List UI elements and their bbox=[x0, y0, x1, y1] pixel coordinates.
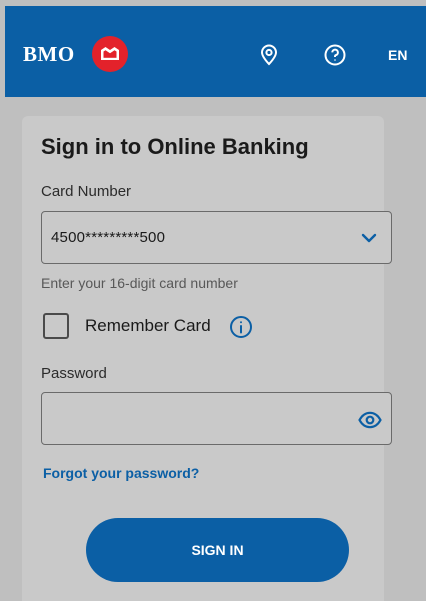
remember-card-checkbox[interactable] bbox=[43, 313, 69, 339]
chevron-down-icon[interactable] bbox=[358, 227, 380, 249]
page: BMO EN Sign in to Online Banking Card Nu… bbox=[0, 0, 426, 601]
bmo-roundel-icon bbox=[92, 36, 128, 72]
brand-wordmark: BMO bbox=[23, 42, 75, 66]
forgot-password-link[interactable]: Forgot your password? bbox=[43, 465, 199, 481]
password-label: Password bbox=[41, 365, 107, 382]
app-header: BMO EN bbox=[5, 6, 426, 97]
language-toggle[interactable]: EN bbox=[388, 47, 407, 63]
help-icon[interactable] bbox=[323, 43, 347, 67]
show-password-eye-icon[interactable] bbox=[357, 407, 383, 433]
password-field[interactable] bbox=[41, 392, 392, 445]
remember-card-label[interactable]: Remember Card bbox=[85, 316, 211, 336]
card-number-label: Card Number bbox=[41, 183, 132, 200]
card-number-select[interactable]: 4500*********500 bbox=[41, 211, 392, 264]
sign-in-button-label: SIGN IN bbox=[191, 542, 244, 558]
sign-in-button[interactable]: SIGN IN bbox=[86, 518, 349, 582]
location-pin-icon[interactable] bbox=[257, 43, 281, 67]
page-title: Sign in to Online Banking bbox=[41, 134, 309, 159]
card-number-helper: Enter your 16-digit card number bbox=[41, 275, 238, 291]
info-icon[interactable] bbox=[229, 315, 253, 339]
card-number-value: 4500*********500 bbox=[51, 229, 166, 246]
